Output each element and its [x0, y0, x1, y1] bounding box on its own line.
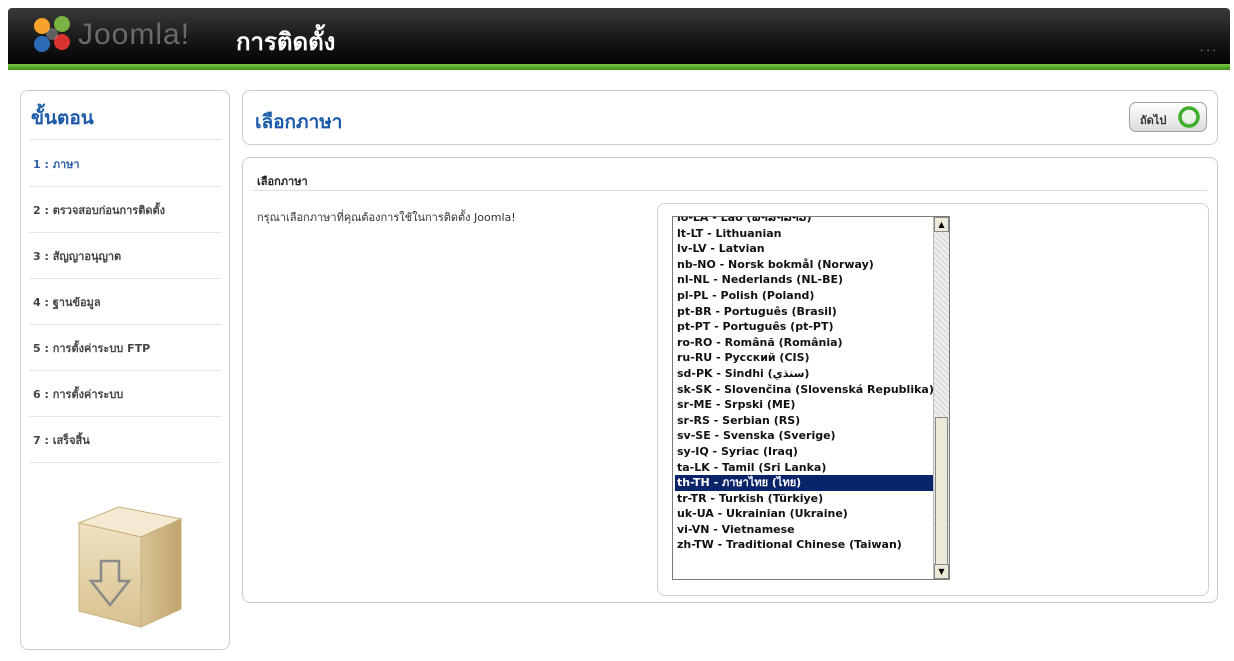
step-ftp-config[interactable]: 5 : การตั้งค่าระบบ FTP	[29, 325, 221, 371]
language-option[interactable]: sy-IQ - Syriac (Iraq)	[675, 444, 933, 460]
top-header: Joomla! การติดตั้ง · · ·	[8, 8, 1230, 70]
language-option[interactable]: ta-LK - Tamil (Sri Lanka)	[675, 460, 933, 476]
language-section: เลือกภาษา กรุณาเลือกภาษาที่คุณต้องการใช้…	[242, 157, 1218, 603]
language-option[interactable]: sv-SE - Svenska (Sverige)	[675, 428, 933, 444]
section-divider	[253, 190, 1207, 191]
language-option[interactable]: th-TH - ภาษาไทย (ไทย)	[675, 475, 933, 491]
step-database[interactable]: 4 : ฐานข้อมูล	[29, 279, 221, 325]
language-option[interactable]: ro-RO - Română (România)	[675, 335, 933, 351]
section-title: เลือกภาษา	[257, 175, 308, 188]
language-list-scrollbar[interactable]: ▲ ▼	[933, 217, 949, 579]
language-option[interactable]: lv-LV - Latvian	[675, 241, 933, 257]
language-option[interactable]: lo-LA - Lao (ພາສາລາວ)	[675, 217, 933, 226]
language-option[interactable]: uk-UA - Ukrainian (Ukraine)	[675, 506, 933, 522]
language-option[interactable]: lt-LT - Lithuanian	[675, 226, 933, 242]
green-circle-arrow-icon	[1178, 106, 1200, 128]
language-option[interactable]: nb-NO - Norsk bokmål (Norway)	[675, 257, 933, 273]
language-option[interactable]: pt-BR - Português (Brasil)	[675, 304, 933, 320]
next-button-label: ถัดไป	[1140, 114, 1167, 127]
language-panel: lo-LA - Lao (ພາສາລາວ) lt-LT - Lithuanian l…	[657, 203, 1209, 596]
language-option[interactable]: pt-PT - Português (pt-PT)	[675, 319, 933, 335]
next-button[interactable]: ถัดไป	[1129, 102, 1207, 132]
scroll-up-arrow-icon[interactable]: ▲	[934, 217, 949, 232]
language-option[interactable]: vi-VN - Vietnamese	[675, 522, 933, 538]
main-header-panel: เลือกภาษา ถัดไป	[242, 90, 1218, 145]
brand-name: Joomla!	[78, 18, 191, 51]
step-license[interactable]: 3 : สัญญาอนุญาต	[29, 233, 221, 279]
install-box-icon	[77, 506, 183, 628]
steps-sidebar: ขั้นตอน 1 : ภาษา 2 : ตรวจสอบก่อนการติดตั…	[20, 90, 230, 650]
language-option[interactable]: sr-RS - Serbian (RS)	[675, 413, 933, 429]
language-option[interactable]: sk-SK - Slovenčina (Slovenská Republika)	[675, 382, 933, 398]
page-title: เลือกภาษา	[255, 111, 343, 133]
language-option[interactable]: zh-TW - Traditional Chinese (Taiwan)	[675, 537, 933, 553]
step-preinstall-check[interactable]: 2 : ตรวจสอบก่อนการติดตั้ง	[29, 187, 221, 233]
language-option[interactable]: pl-PL - Polish (Poland)	[675, 288, 933, 304]
step-site-config[interactable]: 6 : การตั้งค่าระบบ	[29, 371, 221, 417]
language-listbox[interactable]: lo-LA - Lao (ພາສາລາວ) lt-LT - Lithuanian l…	[672, 216, 950, 580]
header-right-text: · · ·	[1200, 46, 1216, 57]
language-option[interactable]: tr-TR - Turkish (Türkiye)	[675, 491, 933, 507]
header-title: การติดตั้ง	[236, 28, 336, 56]
joomla-logo-icon	[34, 16, 70, 52]
language-option[interactable]: sr-ME - Srpski (ME)	[675, 397, 933, 413]
instruction-text: กรุณาเลือกภาษาที่คุณต้องการใช้ในการติดตั…	[257, 211, 516, 224]
header-green-bar	[8, 64, 1230, 70]
language-options: lo-LA - Lao (ພາສາລາວ) lt-LT - Lithuanian l…	[675, 217, 933, 553]
step-language[interactable]: 1 : ภาษา	[29, 141, 221, 187]
language-option[interactable]: ru-RU - Русский (CIS)	[675, 350, 933, 366]
scroll-thumb[interactable]	[935, 417, 948, 567]
sidebar-divider	[29, 139, 221, 140]
sidebar-title: ขั้นตอน	[31, 107, 94, 129]
scroll-down-arrow-icon[interactable]: ▼	[934, 564, 949, 579]
language-option[interactable]: sd-PK - Sindhi (سنڌي)	[675, 366, 933, 382]
language-option[interactable]: nl-NL - Nederlands (NL-BE)	[675, 272, 933, 288]
step-finish[interactable]: 7 : เสร็จสิ้น	[29, 417, 221, 463]
